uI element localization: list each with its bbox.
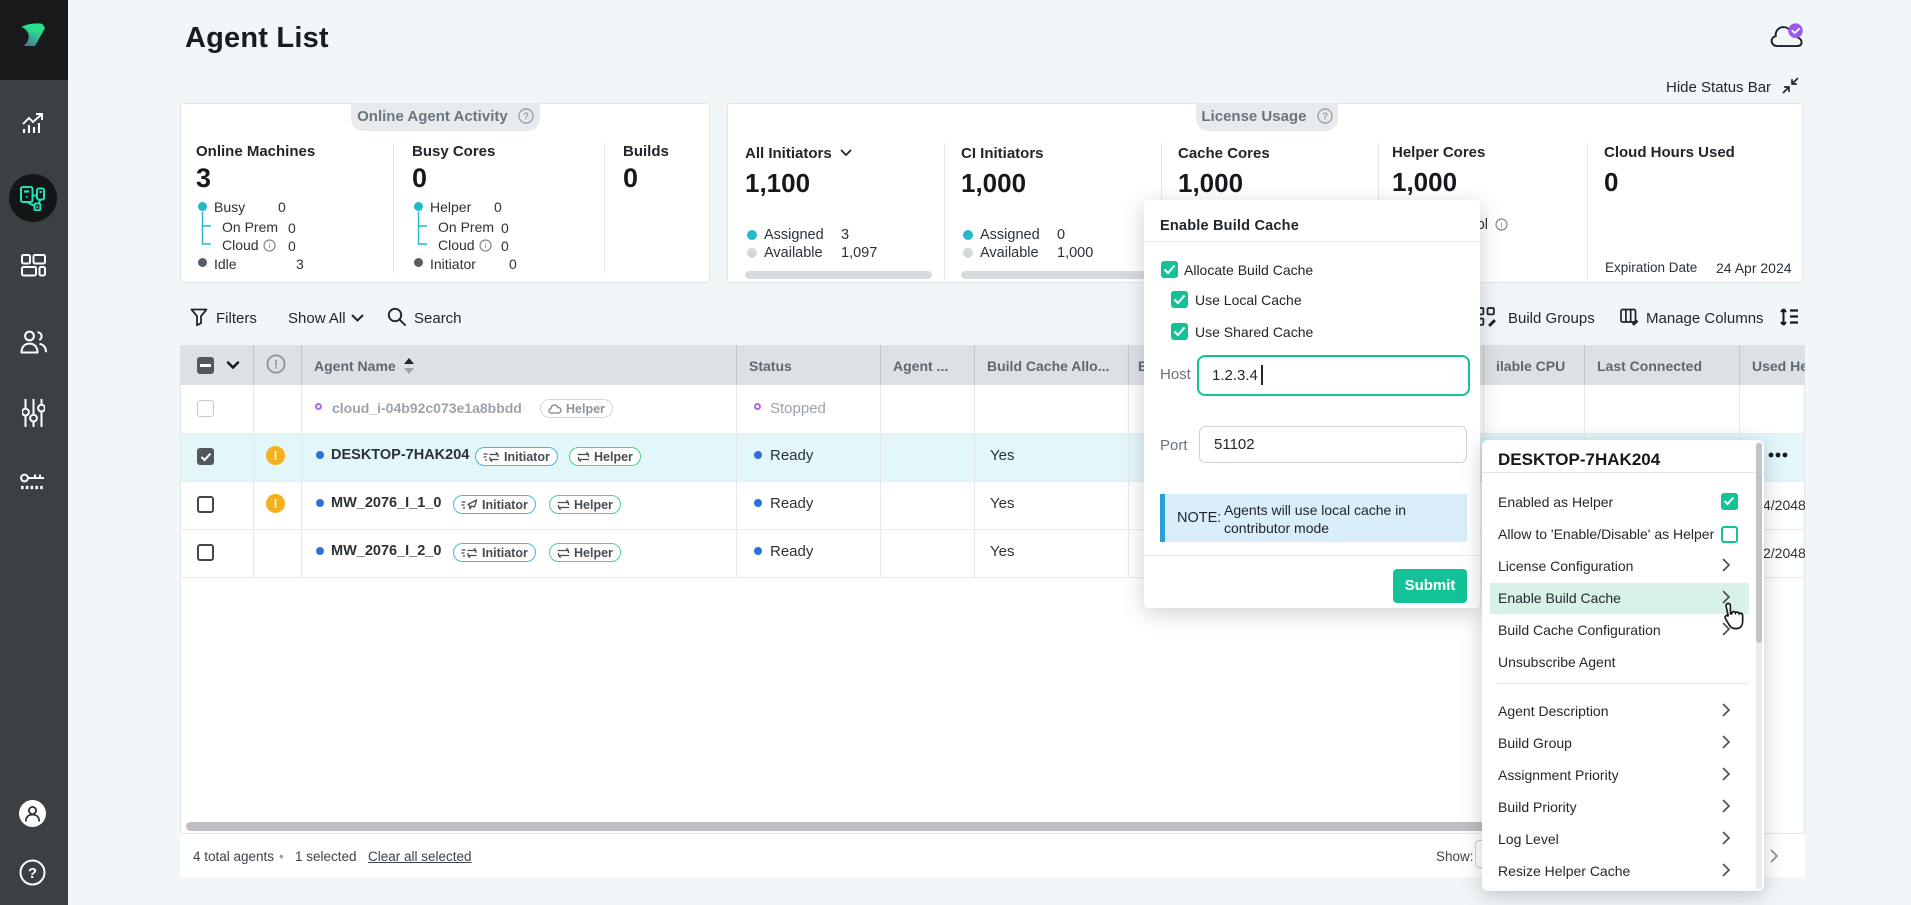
svg-text:!: ! [274, 357, 278, 371]
svg-text:?: ? [523, 112, 529, 123]
svg-text:i: i [269, 241, 271, 251]
svg-text:?: ? [1322, 112, 1328, 123]
svg-text:i: i [1501, 220, 1503, 230]
svg-text:i: i [485, 241, 487, 251]
svg-text:?: ? [28, 865, 37, 882]
